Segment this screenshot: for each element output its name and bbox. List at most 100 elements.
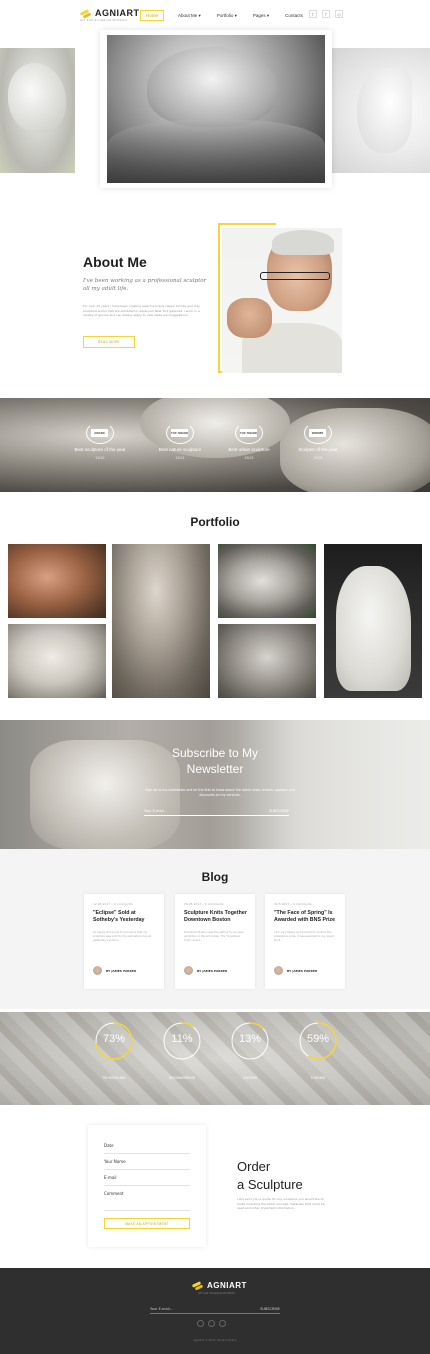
award-badge: WINNER	[309, 429, 326, 437]
about-title: About Me	[83, 254, 147, 270]
nav-portfolio-label: Portfolio	[216, 12, 234, 18]
newsletter-title-line1: Subscribe to My	[171, 746, 259, 760]
name-field[interactable]	[104, 1169, 190, 1170]
facebook-icon[interactable]: f	[322, 10, 330, 18]
photo-hand	[227, 298, 272, 338]
order-title-line2: a Sculpture	[237, 1177, 303, 1192]
laurel-icon: TOP AWARD	[166, 422, 194, 444]
newsletter-email-input[interactable]: Your E-mail... SUBSCRIBE	[144, 806, 289, 816]
name-label: Your Name	[104, 1159, 126, 1164]
portfolio-title: Portfolio	[190, 515, 240, 529]
portfolio-item[interactable]	[8, 624, 106, 698]
award-year: 2016	[313, 456, 323, 460]
laurel-icon: WINNER	[304, 422, 332, 444]
portfolio-item[interactable]	[324, 544, 422, 698]
blog-post-title[interactable]: "Eclipse" Sold at Sotheby's Yesterday	[93, 910, 157, 924]
nav-portfolio[interactable]: Portfolio ▾	[217, 13, 237, 19]
skill-value: 13%	[238, 1033, 262, 1045]
read-more-button[interactable]: READ MORE	[83, 336, 135, 348]
comment-label: Comment	[104, 1191, 124, 1196]
blog-meta: 26.05.2017 • 0 comments	[184, 902, 224, 906]
instagram-icon[interactable]	[219, 1320, 226, 1327]
blog-excerpt: So happy and proud to announce that my s…	[93, 931, 152, 942]
chevron-down-icon: ▾	[234, 12, 237, 18]
avatar	[93, 966, 102, 975]
date-field[interactable]	[104, 1153, 190, 1154]
nav-pages[interactable]: Pages ▾	[253, 13, 269, 19]
portfolio-item[interactable]	[8, 544, 106, 618]
comment-field[interactable]	[104, 1210, 190, 1211]
skill-circle: 73%	[94, 1021, 134, 1061]
photo-glasses	[260, 272, 330, 280]
blog-excerpt: Downtown Boston was the setting for an o…	[184, 931, 245, 942]
chevron-down-icon: ▾	[266, 12, 270, 18]
skill-value: 11%	[171, 1033, 193, 1045]
laurel-icon: TOP AWARD	[235, 422, 263, 444]
copyright: AgniArt © 2017. Privacy Policy	[193, 1338, 237, 1342]
nav-pages-label: Pages	[252, 12, 266, 18]
facebook-icon[interactable]	[208, 1320, 215, 1327]
photo-hair	[272, 230, 334, 255]
blog-meta: 12.05.2017 • 0 comments	[93, 902, 133, 906]
skill-label: WOODWORKING	[168, 1076, 196, 1080]
footer-placeholder: Your E-mail...	[150, 1306, 173, 1311]
logo-text: AGNIART	[95, 8, 140, 18]
email-field[interactable]	[104, 1185, 190, 1186]
award-label: Best nature sculpture	[158, 447, 202, 452]
footer-logo-text: AGNIART	[207, 1281, 247, 1290]
portfolio-item[interactable]	[218, 624, 316, 698]
newsletter-title-line2: Newsletter	[186, 762, 244, 776]
award-year: 2011	[175, 456, 185, 460]
laurel-icon: AWARD	[86, 422, 114, 444]
logo-mark-icon	[80, 9, 92, 18]
skills-section	[0, 1012, 430, 1105]
order-title: Order a Sculpture	[237, 1158, 303, 1194]
nav-about[interactable]: About Me ▾	[178, 13, 201, 19]
nav-about-label: About Me	[178, 12, 198, 18]
blog-author-name: BY JAMES PARKER	[197, 968, 228, 973]
blog-author-name: BY JAMES PARKER	[287, 968, 318, 973]
logo-tagline: Art and Sculpture Portfolio	[80, 18, 128, 22]
newsletter-placeholder: Your E-mail...	[144, 808, 167, 813]
about-subtitle: I've been working as a professional scul…	[83, 278, 207, 292]
about-photo	[222, 228, 342, 373]
blog-card[interactable]: 30.5.2017 • 0 comments "The Face of Spri…	[265, 894, 345, 989]
skill-circle: 11%	[162, 1021, 202, 1061]
award-item: TOP AWARD Best nature sculpture 2011	[145, 422, 215, 460]
blog-post-title[interactable]: "The Face of Spring" Is Awarded with BNS…	[274, 910, 338, 924]
award-label: Best sculpture of the year	[74, 447, 126, 452]
hero-right-image	[327, 48, 430, 173]
subscribe-button[interactable]: SUBSCRIBE	[269, 809, 289, 813]
award-badge: TOP AWARD	[171, 429, 188, 437]
footer-social	[197, 1320, 230, 1327]
portfolio-item[interactable]	[112, 544, 210, 698]
chevron-down-icon: ▾	[198, 12, 201, 18]
skill-label: 3D MODELING	[102, 1076, 126, 1080]
footer-subscribe-button[interactable]: SUBSCRIBE	[260, 1307, 280, 1311]
main-nav: Home About Me ▾ Portfolio ▾ Pages ▾ Cont…	[140, 10, 319, 21]
newsletter-text: Sign up to my newsletter and be the firs…	[145, 788, 295, 797]
newsletter-title: Subscribe to My Newsletter	[0, 745, 430, 777]
portfolio-item[interactable]	[218, 544, 316, 618]
twitter-icon[interactable]: t	[309, 10, 317, 18]
footer-logo[interactable]: AGNIART	[192, 1281, 247, 1290]
page: AGNIART Art and Sculpture Portfolio Home…	[0, 0, 430, 1354]
footer-email-input[interactable]: Your E-mail... SUBSCRIBE	[150, 1304, 280, 1314]
hero-left-image	[0, 48, 75, 173]
instagram-icon[interactable]: ◎	[335, 10, 343, 18]
blog-card[interactable]: 12.05.2017 • 0 comments "Eclipse" Sold a…	[84, 894, 164, 989]
blog-post-title[interactable]: Sculpture Knits Together Downtown Boston	[184, 910, 248, 924]
date-label: Date	[104, 1143, 114, 1148]
award-item: WINNER Sculptor of the year 2016	[283, 422, 353, 460]
skill-label: FORGING	[310, 1076, 326, 1080]
blog-author: BY JAMES PARKER	[274, 966, 317, 975]
twitter-icon[interactable]	[197, 1320, 204, 1327]
blog-card[interactable]: 26.05.2017 • 0 comments Sculpture Knits …	[175, 894, 255, 989]
nav-contacts[interactable]: Contacts	[285, 13, 303, 18]
logo[interactable]: AGNIART	[80, 8, 140, 18]
nav-home[interactable]: Home	[140, 10, 165, 21]
logo-mark-icon	[192, 1281, 204, 1290]
award-label: Best urban sculpture	[228, 447, 270, 452]
make-appointment-button[interactable]: MAKE AN APPOINTMENT	[104, 1218, 190, 1229]
award-badge: TOP AWARD	[240, 429, 257, 437]
